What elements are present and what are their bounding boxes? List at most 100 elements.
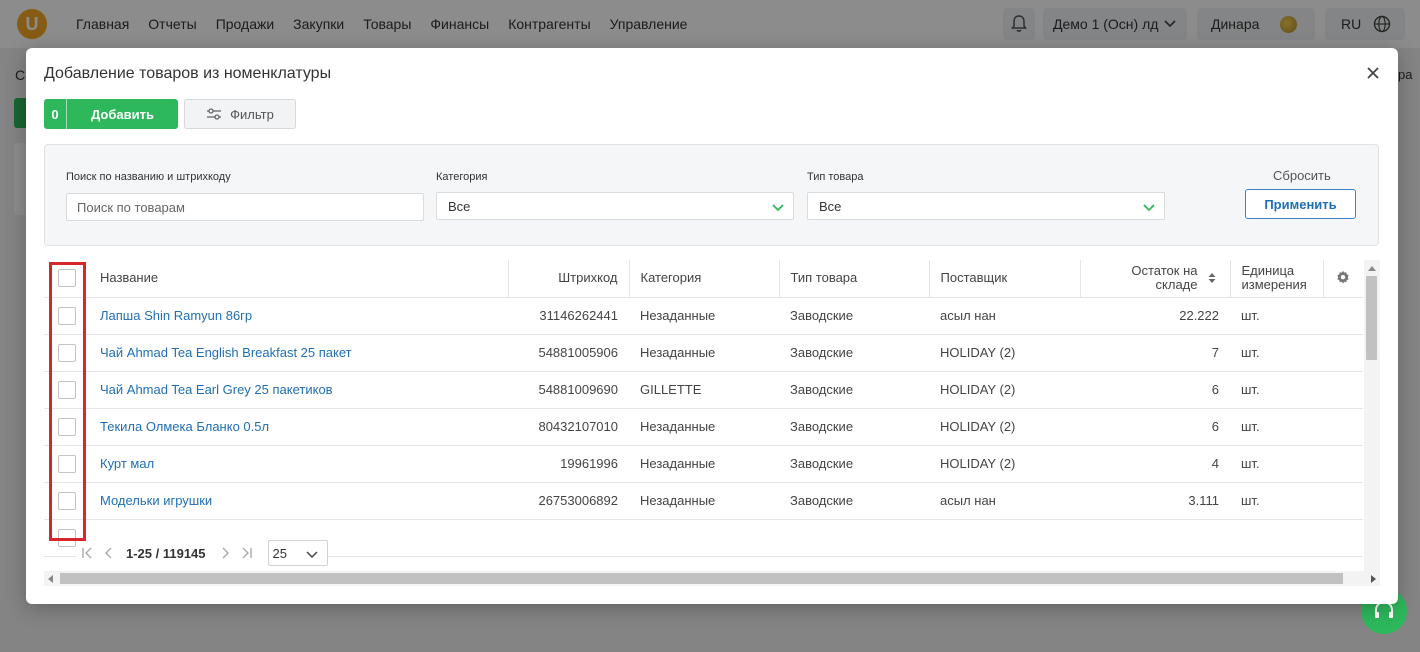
unit-cell: шт. [1230, 408, 1323, 446]
filter-button[interactable]: Фильтр [184, 99, 296, 129]
supplier-cell: асыл нан [929, 297, 1080, 335]
column-header-unit[interactable]: Единица измерения [1230, 260, 1324, 298]
unit-cell: шт. [1230, 297, 1323, 335]
row-checkbox[interactable] [57, 528, 76, 547]
row-checkbox[interactable] [57, 491, 76, 510]
unit-cell: шт. [1230, 445, 1323, 483]
pagination: 1-25 / 119145 25 [76, 540, 328, 566]
table-header-row: Название Штрихкод Категория Тип товара П… [44, 260, 1363, 298]
close-icon[interactable] [1364, 64, 1382, 82]
stock-cell: 3.111 [1080, 482, 1230, 520]
scroll-up-arrow[interactable] [1368, 266, 1376, 271]
product-name-link[interactable]: Курт мал [100, 456, 154, 471]
supplier-cell: HOLIDAY (2) [929, 408, 1080, 446]
page-size-select[interactable]: 25 [267, 540, 328, 566]
category-select[interactable]: Все [436, 192, 794, 220]
empty-cell [1323, 445, 1363, 483]
page-size-value: 25 [272, 545, 287, 561]
product-type-cell: Заводские [779, 334, 929, 372]
category-cell: Незаданные [629, 482, 779, 520]
column-header-product-type[interactable]: Тип товара [779, 260, 930, 298]
product-type-cell [779, 519, 929, 557]
product-name-link[interactable]: Модельки игрушки [100, 493, 212, 508]
horizontal-scroll-thumb[interactable] [60, 573, 1343, 584]
product-type-cell: Заводские [779, 445, 929, 483]
unit-cell: шт. [1230, 371, 1323, 409]
chevron-right-icon [222, 547, 229, 559]
product-name-cell: Чай Ahmad Tea Earl Grey 25 пакетиков [89, 371, 508, 409]
search-input[interactable] [66, 193, 424, 221]
product-name-link[interactable]: Чай Ahmad Tea Earl Grey 25 пакетиков [100, 382, 333, 397]
stock-cell [1080, 519, 1230, 557]
product-name-cell: Чай Ahmad Tea English Breakfast 25 пакет [89, 334, 508, 372]
table-row[interactable]: Лапша Shin Ramyun 86гр 31146262441 Незад… [44, 297, 1363, 335]
select-all-checkbox[interactable] [57, 269, 76, 288]
barcode-cell: 54881009690 [508, 371, 629, 409]
products-table-container: Название Штрихкод Категория Тип товара П… [44, 260, 1380, 586]
filter-button-label: Фильтр [230, 106, 274, 122]
prev-page-button[interactable] [98, 542, 120, 564]
product-name-link[interactable]: Лапша Shin Ramyun 86гр [100, 308, 252, 323]
product-name-link[interactable]: Текила Олмека Бланко 0.5л [100, 419, 269, 434]
row-checkbox[interactable] [57, 343, 76, 362]
row-checkbox[interactable] [57, 306, 76, 325]
column-header-name[interactable]: Название [89, 260, 509, 298]
category-label: Категория [436, 171, 488, 183]
stock-cell: 6 [1080, 408, 1230, 446]
select-all-cell [44, 260, 89, 298]
supplier-cell [929, 519, 1080, 557]
category-cell: Незаданные [629, 445, 779, 483]
row-select-cell [44, 334, 89, 372]
product-type-cell: Заводские [779, 482, 929, 520]
table-row[interactable]: Чай Ahmad Tea Earl Grey 25 пакетиков 548… [44, 371, 1363, 409]
page-range-text: 1-25 / 119145 [126, 545, 206, 561]
chevron-down-icon [772, 204, 784, 212]
next-page-button[interactable] [214, 542, 236, 564]
table-row[interactable]: Чай Ahmad Tea English Breakfast 25 пакет… [44, 334, 1363, 372]
unit-cell: шт. [1230, 482, 1323, 520]
add-button-label: Добавить [91, 106, 154, 122]
scroll-left-arrow[interactable] [48, 575, 53, 583]
product-type-select[interactable]: Все [807, 192, 1165, 220]
column-header-barcode[interactable]: Штрихкод [508, 260, 630, 298]
table-row[interactable]: Текила Олмека Бланко 0.5л 80432107010 Не… [44, 408, 1363, 446]
reset-filters-link[interactable]: Сбросить [1273, 168, 1331, 183]
row-checkbox[interactable] [57, 417, 76, 436]
category-cell: Незаданные [629, 334, 779, 372]
category-cell: Незаданные [629, 297, 779, 335]
row-checkbox[interactable] [57, 380, 76, 399]
product-name-cell: Лапша Shin Ramyun 86гр [89, 297, 508, 335]
supplier-cell: асыл нан [929, 482, 1080, 520]
sort-icon[interactable] [1208, 272, 1216, 284]
scroll-right-arrow[interactable] [1371, 575, 1376, 583]
horizontal-scrollbar[interactable] [44, 571, 1380, 586]
add-button[interactable]: 0 Добавить [44, 99, 178, 129]
product-name-cell: Текила Олмека Бланко 0.5л [89, 408, 508, 446]
last-page-button[interactable] [236, 542, 258, 564]
vertical-scrollbar[interactable] [1364, 260, 1380, 586]
column-header-supplier[interactable]: Поставщик [929, 260, 1081, 298]
barcode-cell [508, 519, 629, 557]
row-select-cell [44, 297, 89, 335]
empty-cell [1323, 297, 1363, 335]
table-row[interactable]: Курт мал 19961996 Незаданные Заводские H… [44, 445, 1363, 483]
gear-icon[interactable] [1335, 269, 1351, 285]
apply-filters-button[interactable]: Применить [1245, 189, 1356, 219]
product-type-cell: Заводские [779, 371, 929, 409]
vertical-scroll-thumb[interactable] [1366, 276, 1377, 360]
column-header-category[interactable]: Категория [629, 260, 780, 298]
product-name-link[interactable]: Чай Ahmad Tea English Breakfast 25 пакет [100, 345, 352, 360]
last-page-icon [242, 547, 252, 559]
row-checkbox[interactable] [57, 454, 76, 473]
unit-cell [1230, 519, 1323, 557]
first-page-button[interactable] [76, 542, 98, 564]
empty-cell [1323, 334, 1363, 372]
table-row[interactable]: Модельки игрушки 26753006892 Незаданные … [44, 482, 1363, 520]
product-type-cell: Заводские [779, 408, 929, 446]
column-header-stock[interactable]: Остаток на складе [1080, 260, 1231, 298]
product-type-select-value: Все [819, 198, 842, 214]
chevron-down-icon [1143, 204, 1155, 212]
row-select-cell [44, 408, 89, 446]
supplier-cell: HOLIDAY (2) [929, 334, 1080, 372]
unit-cell: шт. [1230, 334, 1323, 372]
